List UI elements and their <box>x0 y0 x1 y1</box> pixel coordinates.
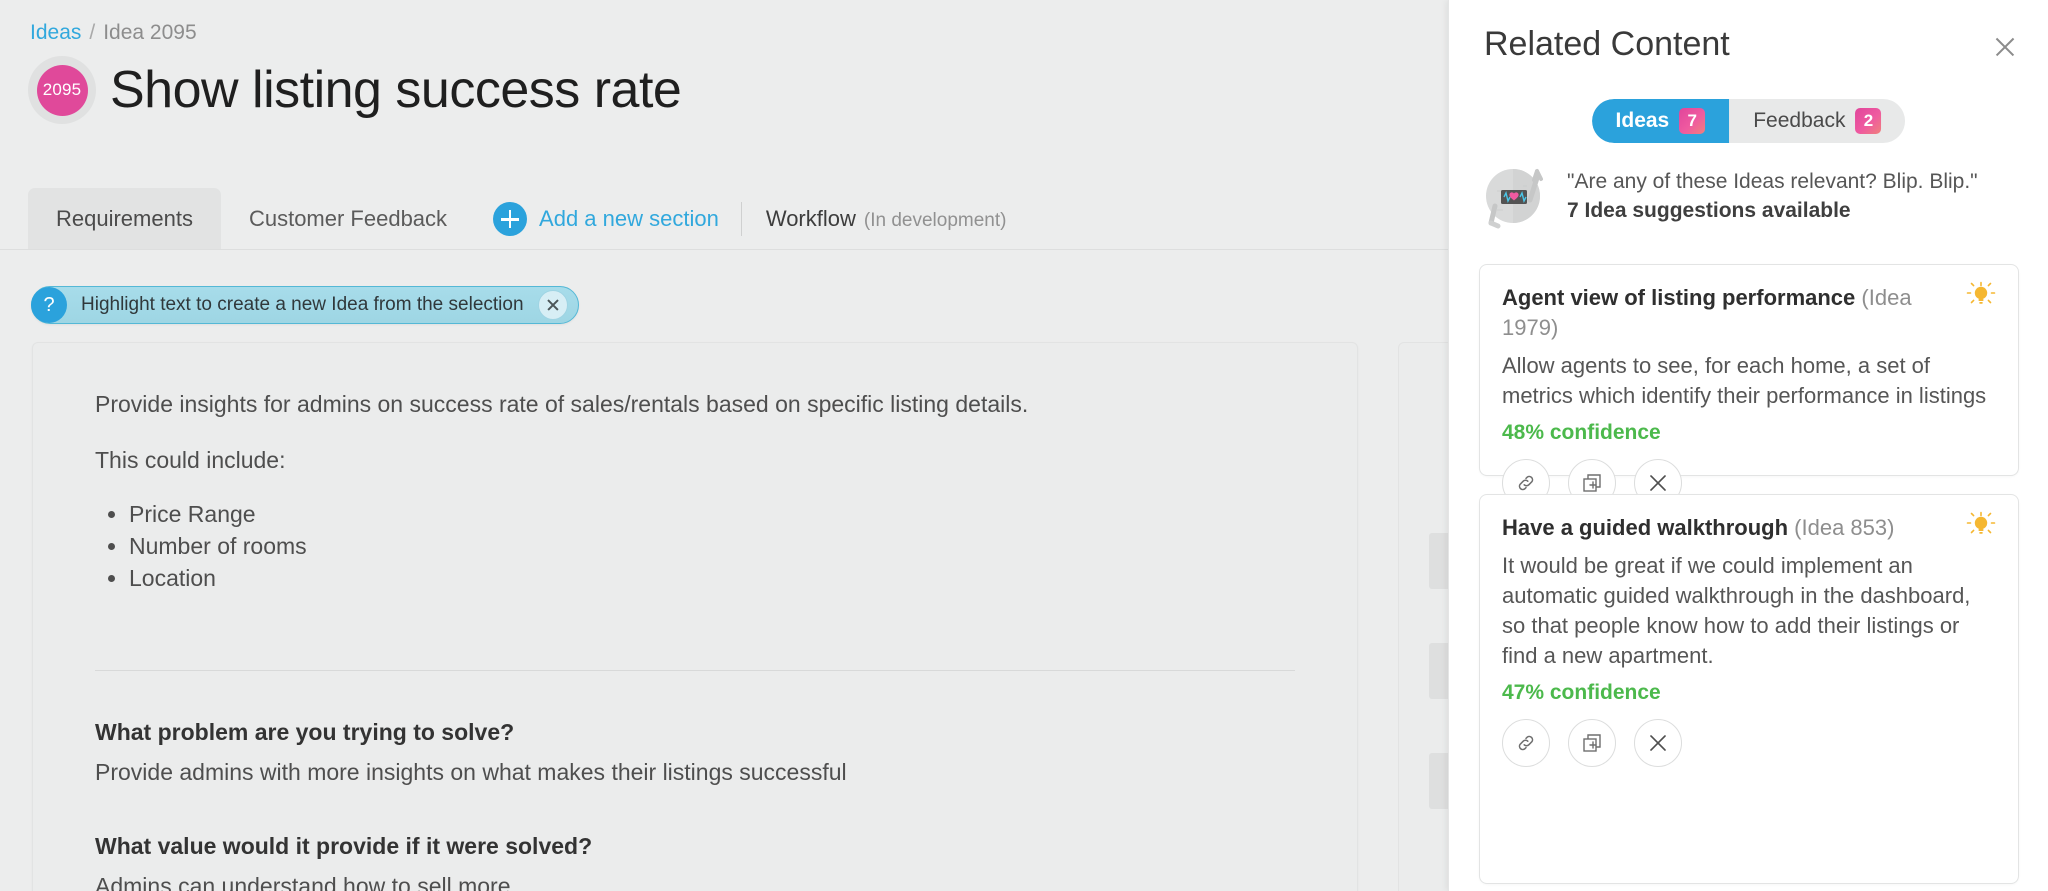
idea-id-badge: 2095 <box>36 64 88 116</box>
page-title-row: 2095 Show listing success rate <box>28 56 682 124</box>
suggestion-title-group: Agent view of listing performance (Idea … <box>1502 283 1956 343</box>
suggestion-title: Have a guided walkthrough <box>1502 515 1789 540</box>
list-item: Number of rooms <box>129 531 1295 562</box>
hint-close-button[interactable] <box>537 290 568 320</box>
tab-workflow[interactable]: Workflow (In development) <box>742 188 1031 250</box>
breadcrumb-current: Idea 2095 <box>103 21 197 44</box>
panel-close-button[interactable] <box>1988 30 2022 64</box>
hint-banner-text: Highlight text to create a new Idea from… <box>81 294 524 315</box>
bot-message-quote: "Are any of these Ideas relevant? Blip. … <box>1567 170 1978 193</box>
qa-answer: Admins can understand how to sell more <box>95 873 511 891</box>
segment-ideas-label: Ideas <box>1615 109 1670 132</box>
dismiss-icon <box>1650 475 1666 491</box>
content-divider <box>95 670 1295 671</box>
suggestion-title-group: Have a guided walkthrough (Idea 853) <box>1502 513 1894 543</box>
idea-suggestion-card[interactable]: Agent view of listing performance (Idea … <box>1479 264 2019 507</box>
merge-button[interactable] <box>1568 719 1616 767</box>
question-mark-icon: ? <box>31 287 67 323</box>
suggestion-title: Agent view of listing performance <box>1502 285 1856 310</box>
bot-message-row: "Are any of these Ideas relevant? Blip. … <box>1479 160 1978 232</box>
panel-title: Related Content <box>1484 25 1730 63</box>
tab-strip-underline <box>0 249 1448 250</box>
hint-banner: ? Highlight text to create a new Idea fr… <box>31 286 579 324</box>
plus-icon <box>493 202 528 236</box>
idea-suggestion-card[interactable]: Have a guided walkthrough (Idea 853) It … <box>1479 494 2019 884</box>
panel-segmented-control: Ideas 7 Feedback 2 <box>1591 99 1906 143</box>
secondary-content-card <box>1398 342 1448 891</box>
add-new-section-label: Add a new section <box>539 206 719 231</box>
suggestion-header: Have a guided walkthrough (Idea 853) <box>1502 511 1996 543</box>
suggestion-confidence: 47% confidence <box>1502 681 1661 704</box>
suggestion-actions <box>1502 719 1996 767</box>
link-icon <box>1518 475 1534 491</box>
segment-ideas-count: 7 <box>1679 108 1706 134</box>
app-root: Ideas / Idea 2095 2095 Show listing succ… <box>0 0 2048 891</box>
list-item: Location <box>129 563 1295 594</box>
qa-block-problem: What problem are you trying to solve? Pr… <box>95 717 1295 787</box>
close-icon <box>1993 35 2017 59</box>
tab-customer-feedback-label: Customer Feedback <box>248 206 448 231</box>
tab-customer-feedback[interactable]: Customer Feedback <box>221 188 475 250</box>
bot-message-text-group: "Are any of these Ideas relevant? Blip. … <box>1567 167 1978 225</box>
suggestion-description: Allow agents to see, for each home, a se… <box>1502 353 1987 408</box>
list-item: Price Range <box>129 499 1295 530</box>
qa-answer: Provide admins with more insights on wha… <box>95 759 847 785</box>
tab-requirements-label: Requirements <box>56 206 193 231</box>
qa-question: What value would it provide if it were s… <box>95 833 593 859</box>
suggestion-description: It would be great if we could implement … <box>1502 553 1971 668</box>
close-icon <box>546 298 560 312</box>
placeholder-block <box>1429 643 1448 699</box>
segment-feedback[interactable]: Feedback 2 <box>1729 99 1905 143</box>
merge-icon <box>1583 474 1601 492</box>
content-intro: Provide insights for admins on success r… <box>95 391 1029 417</box>
bot-message-subtitle: 7 Idea suggestions available <box>1567 199 1851 222</box>
related-content-panel: Related Content Ideas 7 Feedback 2 "Are … <box>1448 0 2048 891</box>
merge-icon <box>1583 734 1601 752</box>
robot-avatar-icon <box>1486 169 1543 229</box>
dismiss-button[interactable] <box>1634 719 1682 767</box>
idea-id-badge-wrapper: 2095 <box>28 56 96 124</box>
placeholder-block <box>1429 533 1448 589</box>
lightbulb-icon <box>1966 281 1996 304</box>
main-content-area: Ideas / Idea 2095 2095 Show listing succ… <box>0 0 1448 891</box>
segment-ideas[interactable]: Ideas 7 <box>1591 99 1730 143</box>
add-new-section-button[interactable]: Add a new section <box>475 188 741 250</box>
content-bullet-list: Price Range Number of rooms Location <box>129 499 1295 594</box>
suggestion-header: Agent view of listing performance (Idea … <box>1502 281 1996 343</box>
dismiss-icon <box>1650 735 1666 751</box>
segment-feedback-label: Feedback <box>1753 109 1846 132</box>
requirements-content-card: Provide insights for admins on success r… <box>32 342 1358 891</box>
link-button[interactable] <box>1502 719 1550 767</box>
breadcrumb-link-ideas[interactable]: Ideas <box>30 20 81 46</box>
lightbulb-icon <box>1966 511 1996 534</box>
suggestion-id-ref: (Idea 853) <box>1794 515 1895 540</box>
link-icon <box>1518 735 1534 751</box>
tab-requirements[interactable]: Requirements <box>28 188 221 250</box>
page-title: Show listing success rate <box>110 61 682 119</box>
segment-feedback-count: 2 <box>1855 108 1882 134</box>
suggestion-confidence: 48% confidence <box>1502 421 1661 444</box>
tab-strip: Requirements Customer Feedback Add a new… <box>0 188 1448 250</box>
tab-workflow-status: (In development) <box>863 210 1007 231</box>
content-include-lead: This could include: <box>95 447 286 473</box>
breadcrumb: Ideas / Idea 2095 <box>30 20 197 46</box>
qa-block-value: What value would it provide if it were s… <box>95 831 1295 891</box>
breadcrumb-separator: / <box>89 21 96 44</box>
qa-question: What problem are you trying to solve? <box>95 719 515 745</box>
placeholder-block <box>1429 753 1448 809</box>
tab-workflow-label: Workflow <box>765 206 856 231</box>
